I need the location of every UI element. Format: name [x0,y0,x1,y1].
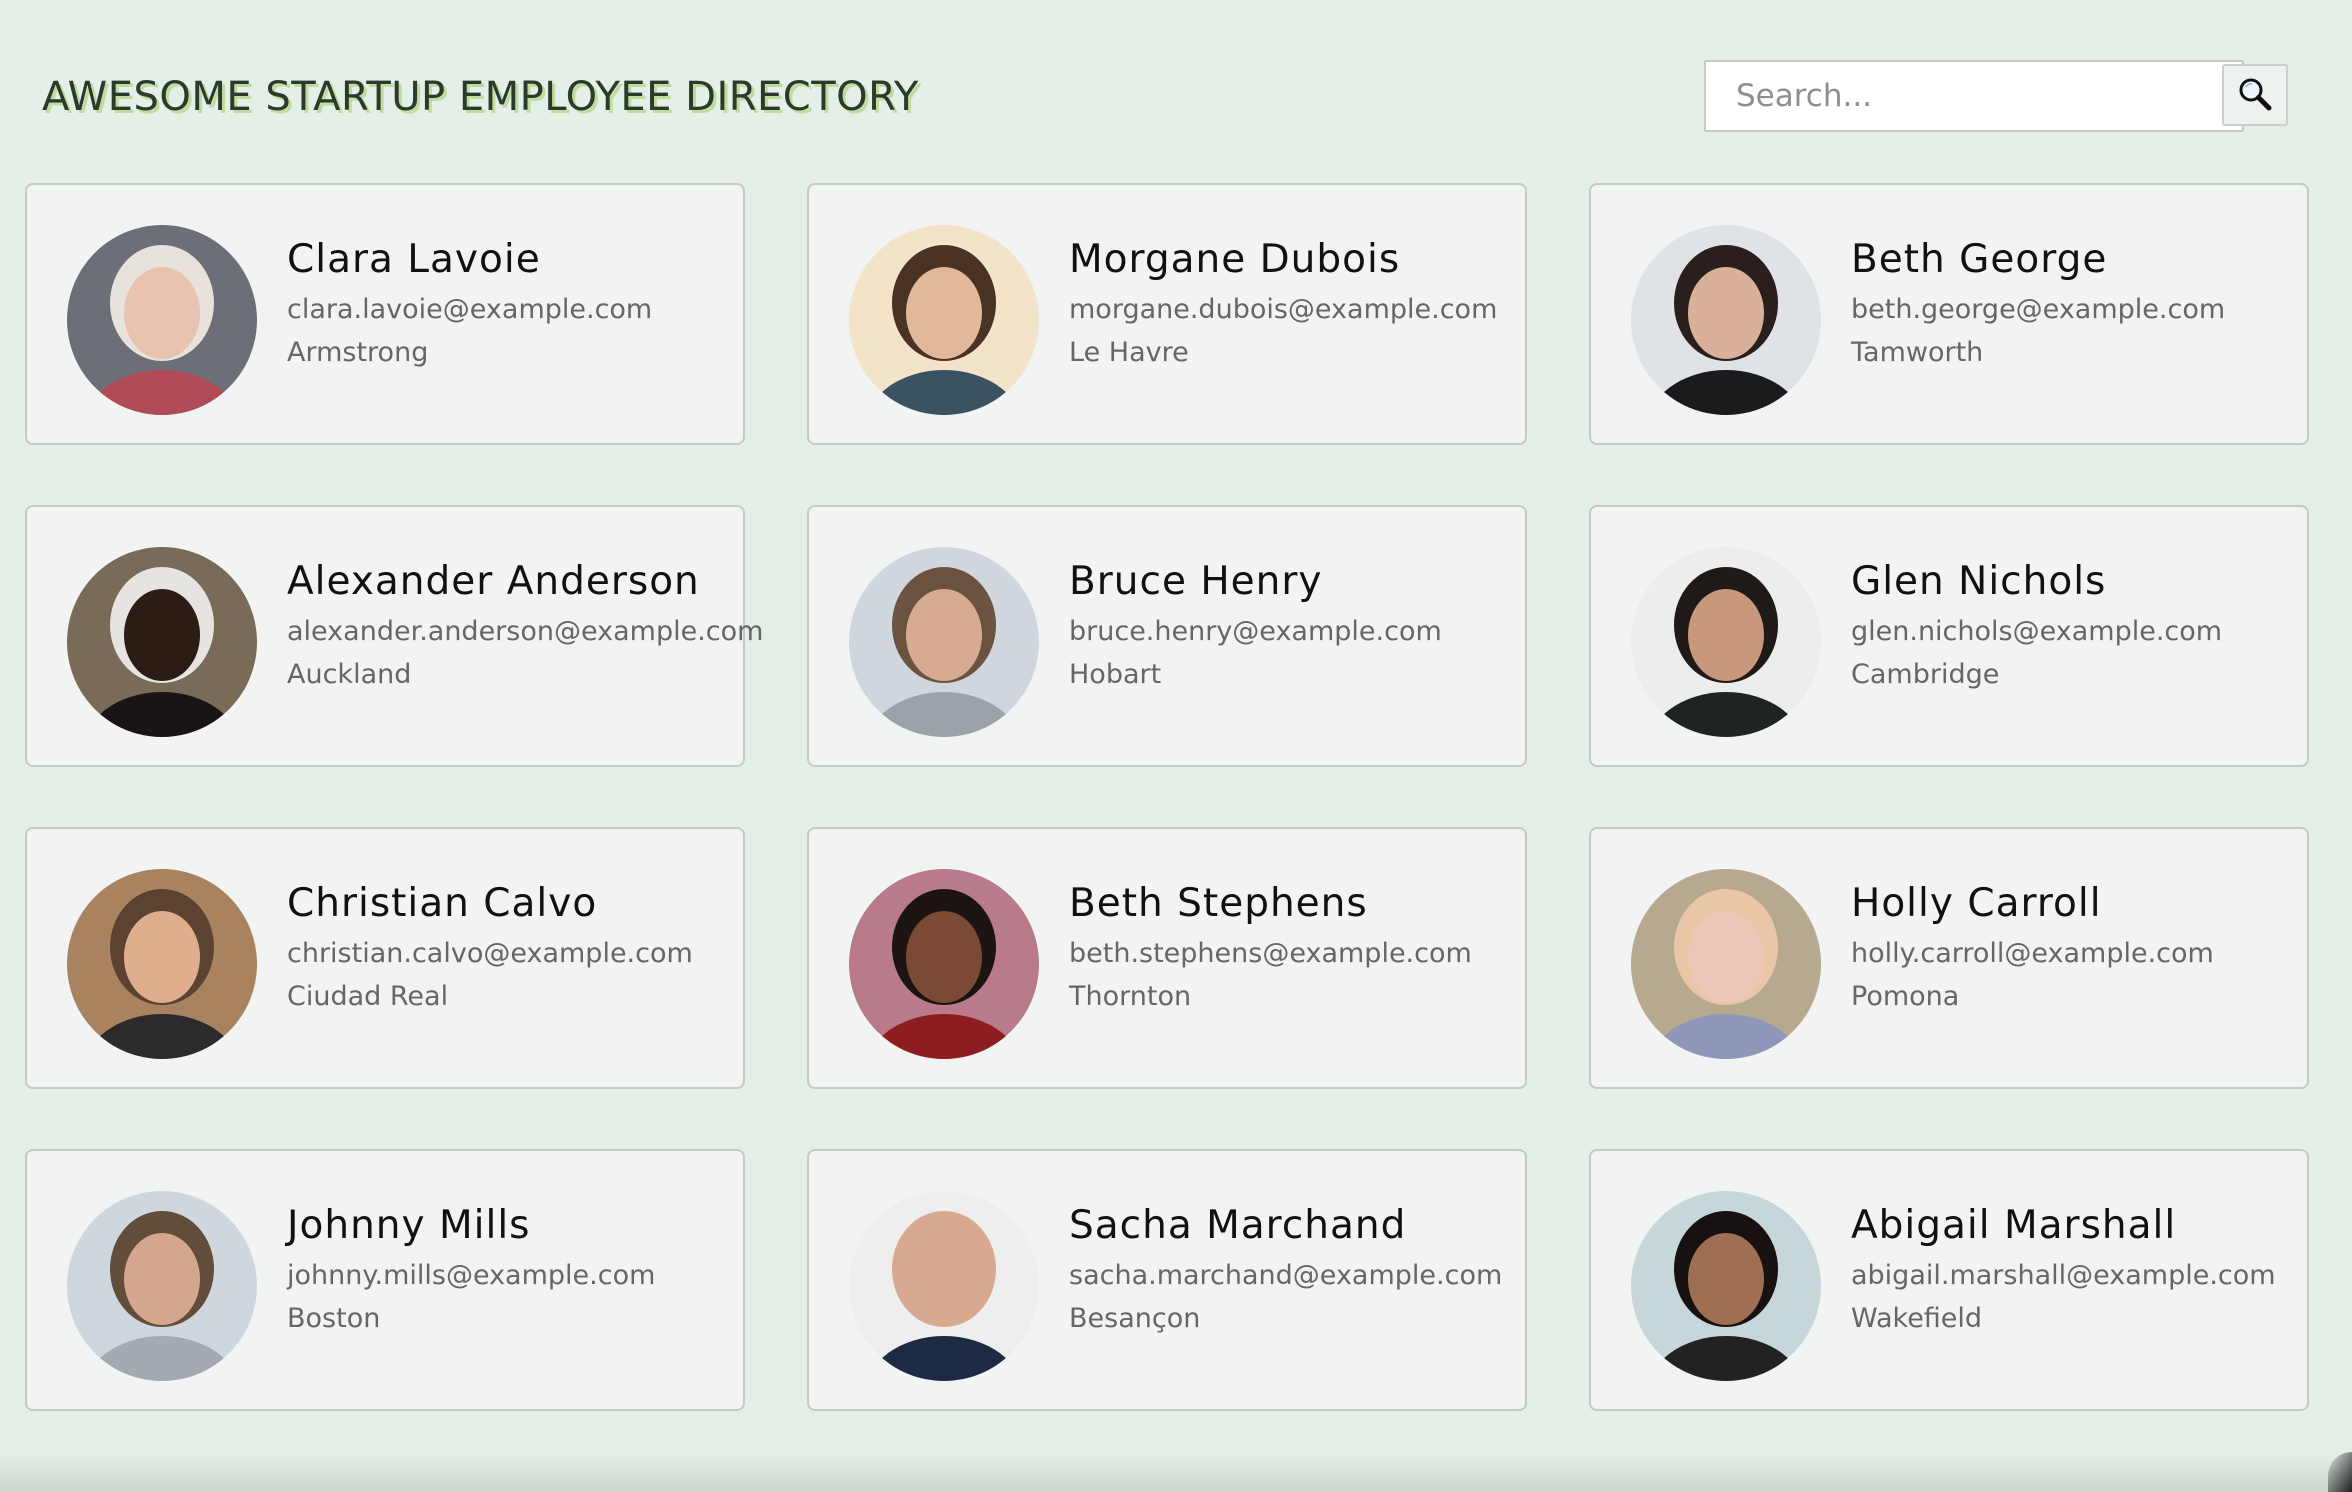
employee-location: Ciudad Real [287,980,449,1012]
avatar [1631,547,1821,737]
search-icon [2239,78,2272,111]
employee-gallery: Clara Lavoie clara.lavoie@example.com Arms… [25,183,2309,1411]
employee-email: beth.george@example.com [1851,293,2226,325]
employee-name: Johnny Mills [287,1203,531,1248]
employee-name: Bruce Henry [1069,559,1323,604]
employee-card[interactable]: Beth George beth.george@example.com Tamwor… [1589,183,2309,445]
employee-info: Clara Lavoie clara.lavoie@example.com Arms… [287,237,733,370]
employee-info: Holly Carroll holly.carroll@example.com Po… [1851,881,2297,1014]
employee-location: Cambridge [1851,658,2000,690]
employee-email: clara.lavoie@example.com [287,293,653,325]
employee-card[interactable]: Glen Nichols glen.nichols@example.com Camb… [1589,505,2309,767]
employee-card[interactable]: Abigail Marshall abigail.marshall@example… [1589,1149,2309,1411]
employee-email: sacha.marchand@example.com [1069,1259,1503,1291]
employee-info: Beth George beth.george@example.com Tamwor… [1851,237,2297,370]
employee-info: Sacha Marchand sacha.marchand@example.com… [1069,1203,1515,1336]
employee-info: Johnny Mills johnny.mills@example.com Bost… [287,1203,733,1336]
employee-name: Glen Nichols [1851,559,2107,604]
avatar [67,869,257,1059]
employee-card[interactable]: Alexander Anderson alexander.anderson@exa… [25,505,764,767]
search-input[interactable] [1704,60,2244,132]
employee-location: Thornton [1069,980,1192,1012]
employee-location: Armstrong [287,336,429,368]
page-title: AWESOME STARTUP EMPLOYEE DIRECTORY [42,74,919,120]
employee-card[interactable]: Bruce Henry bruce.henry@example.com Hobart [807,505,1527,767]
employee-card[interactable]: Christian Calvo christian.calvo@example.c… [25,827,745,1089]
employee-name: Abigail Marshall [1851,1203,2177,1248]
employee-location: Boston [287,1302,381,1334]
employee-name: Clara Lavoie [287,237,541,282]
employee-email: johnny.mills@example.com [287,1259,656,1291]
employee-name: Beth Stephens [1069,881,1368,926]
employee-name: Sacha Marchand [1069,1203,1407,1248]
employee-card[interactable]: Holly Carroll holly.carroll@example.com Po… [1589,827,2309,1089]
employee-name: Christian Calvo [287,881,598,926]
employee-name: Alexander Anderson [287,559,700,604]
avatar [1631,1191,1821,1381]
avatar [849,1191,1039,1381]
employee-email: beth.stephens@example.com [1069,937,1472,969]
page-bottom-shade [0,1452,2352,1492]
employee-name: Holly Carroll [1851,881,2102,926]
employee-name: Morgane Dubois [1069,237,1401,282]
avatar [67,547,257,737]
employee-info: Bruce Henry bruce.henry@example.com Hobart [1069,559,1515,692]
employee-info: Morgane Dubois morgane.dubois@example.com… [1069,237,1515,370]
employee-info: Christian Calvo christian.calvo@example.c… [287,881,733,1014]
employee-card[interactable]: Clara Lavoie clara.lavoie@example.com Arms… [25,183,745,445]
avatar [849,547,1039,737]
employee-location: Pomona [1851,980,1960,1012]
employee-email: holly.carroll@example.com [1851,937,2214,969]
search-button[interactable] [2222,64,2288,126]
employee-email: bruce.henry@example.com [1069,615,1442,647]
employee-location: Besançon [1069,1302,1201,1334]
avatar [67,225,257,415]
avatar [1631,869,1821,1059]
employee-location: Le Havre [1069,336,1189,368]
avatar [1631,225,1821,415]
employee-card[interactable]: Morgane Dubois morgane.dubois@example.com… [807,183,1527,445]
employee-email: alexander.anderson@example.com [287,615,764,647]
employee-location: Tamworth [1851,336,1984,368]
employee-email: christian.calvo@example.com [287,937,693,969]
employee-info: Beth Stephens beth.stephens@example.com Th… [1069,881,1515,1014]
employee-email: glen.nichols@example.com [1851,615,2223,647]
employee-info: Glen Nichols glen.nichols@example.com Camb… [1851,559,2297,692]
employee-email: morgane.dubois@example.com [1069,293,1498,325]
header: AWESOME STARTUP EMPLOYEE DIRECTORY [0,0,2352,170]
employee-location: Wakefield [1851,1302,1983,1334]
avatar [849,869,1039,1059]
employee-name: Beth George [1851,237,2108,282]
employee-location: Hobart [1069,658,1162,690]
employee-card[interactable]: Johnny Mills johnny.mills@example.com Bost… [25,1149,745,1411]
employee-card[interactable]: Beth Stephens beth.stephens@example.com Th… [807,827,1527,1089]
employee-email: abigail.marshall@example.com [1851,1259,2276,1291]
employee-location: Auckland [287,658,412,690]
avatar [67,1191,257,1381]
employee-card[interactable]: Sacha Marchand sacha.marchand@example.com… [807,1149,1527,1411]
employee-info: Alexander Anderson alexander.anderson@exa… [287,559,764,692]
employee-info: Abigail Marshall abigail.marshall@example… [1851,1203,2297,1336]
avatar [849,225,1039,415]
